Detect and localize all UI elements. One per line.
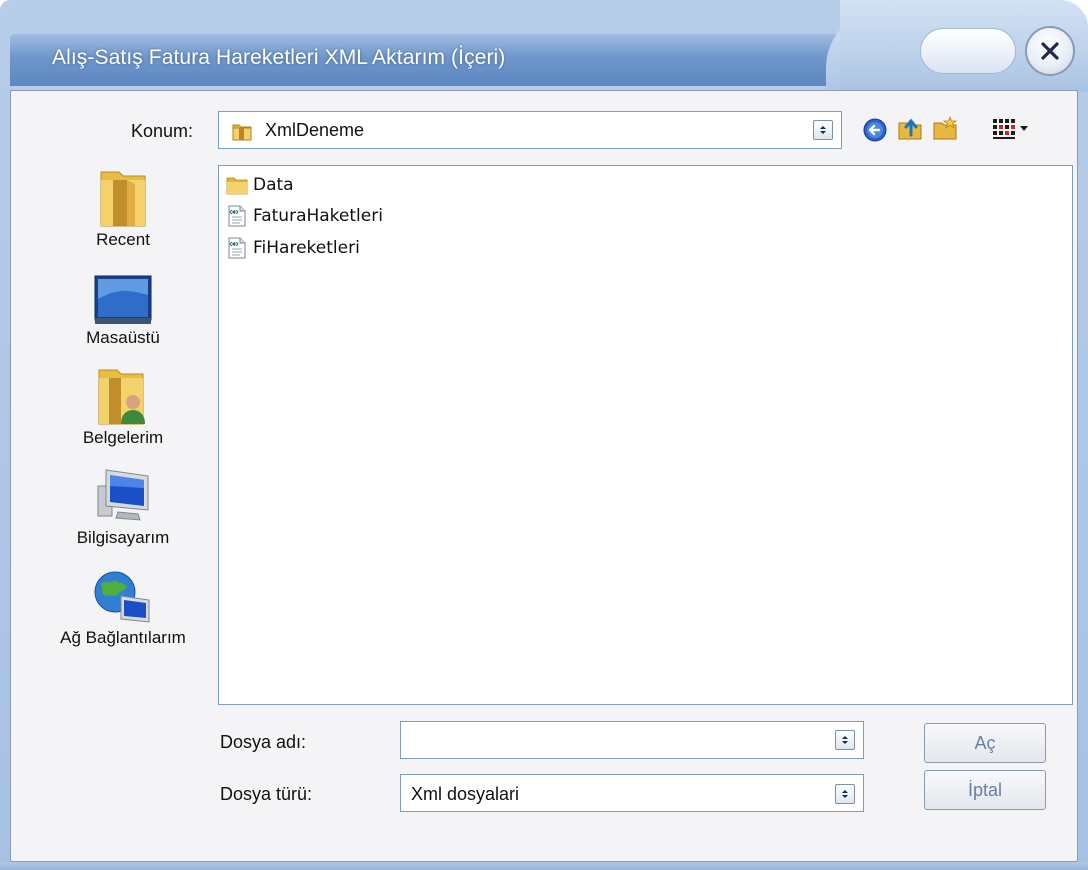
filename-field[interactable]	[400, 721, 864, 759]
filename-label: Dosya adı:	[220, 732, 307, 752]
place-computer[interactable]: Bilgisayarım	[48, 466, 198, 548]
cancel-button[interactable]: İptal	[924, 770, 1046, 810]
place-documents[interactable]: Belgelerim	[48, 366, 198, 448]
filetype-label: Dosya türü:	[220, 784, 313, 804]
view-menu-icon[interactable]	[990, 116, 1034, 142]
title-bar: Alış-Satış Fatura Hareketleri XML Aktarı…	[0, 0, 1088, 92]
filetype-select[interactable]: Xml dosyalari	[400, 774, 864, 812]
computer-icon	[97, 469, 149, 521]
desktop-icon	[94, 275, 152, 324]
filename-dropdown-button[interactable]	[835, 730, 855, 750]
location-combo[interactable]: XmlDeneme	[218, 111, 842, 149]
window-title: Alış-Satış Fatura Hareketleri XML Aktarı…	[52, 46, 506, 69]
updown-arrows-icon	[842, 736, 848, 744]
filetype-value: Xml dosyalari	[411, 784, 520, 804]
open-button[interactable]: Aç	[924, 723, 1046, 763]
recent-folder-icon	[100, 171, 146, 227]
xml-file-icon	[228, 205, 246, 227]
file-list-item-data[interactable]: Data	[225, 170, 294, 200]
new-folder-icon[interactable]	[932, 115, 958, 141]
file-list-item-fihareketleri[interactable]: FiHareketleri	[225, 233, 360, 263]
file-list-item-faturahaketleri[interactable]: FaturaHaketleri	[225, 201, 383, 231]
place-network[interactable]: Ağ Bağlantılarım	[48, 566, 198, 648]
location-dropdown-button[interactable]	[813, 120, 833, 140]
updown-arrows-icon	[842, 790, 848, 798]
window-bottom-border	[0, 862, 1088, 870]
filetype-dropdown-button[interactable]	[835, 784, 855, 804]
network-icon	[94, 571, 150, 623]
close-icon	[1041, 42, 1059, 60]
documents-icon	[98, 369, 145, 425]
updown-arrows-icon	[820, 126, 826, 134]
back-icon[interactable]	[862, 117, 888, 143]
place-desktop[interactable]: Masaüstü	[48, 272, 198, 348]
location-value: XmlDeneme	[265, 120, 365, 140]
place-recent[interactable]: Recent	[48, 168, 198, 250]
folder-icon	[226, 177, 248, 195]
location-label: Konum:	[131, 121, 194, 141]
folder-icon	[232, 124, 252, 141]
dialog-window: Alış-Satış Fatura Hareketleri XML Aktarı…	[0, 0, 1088, 870]
file-list[interactable]: Data FaturaHaketleri FiHareketleri	[218, 165, 1073, 705]
minimize-button[interactable]	[920, 28, 1016, 74]
xml-file-icon	[228, 237, 246, 259]
up-folder-icon[interactable]	[897, 115, 923, 141]
close-button[interactable]	[1025, 26, 1075, 76]
